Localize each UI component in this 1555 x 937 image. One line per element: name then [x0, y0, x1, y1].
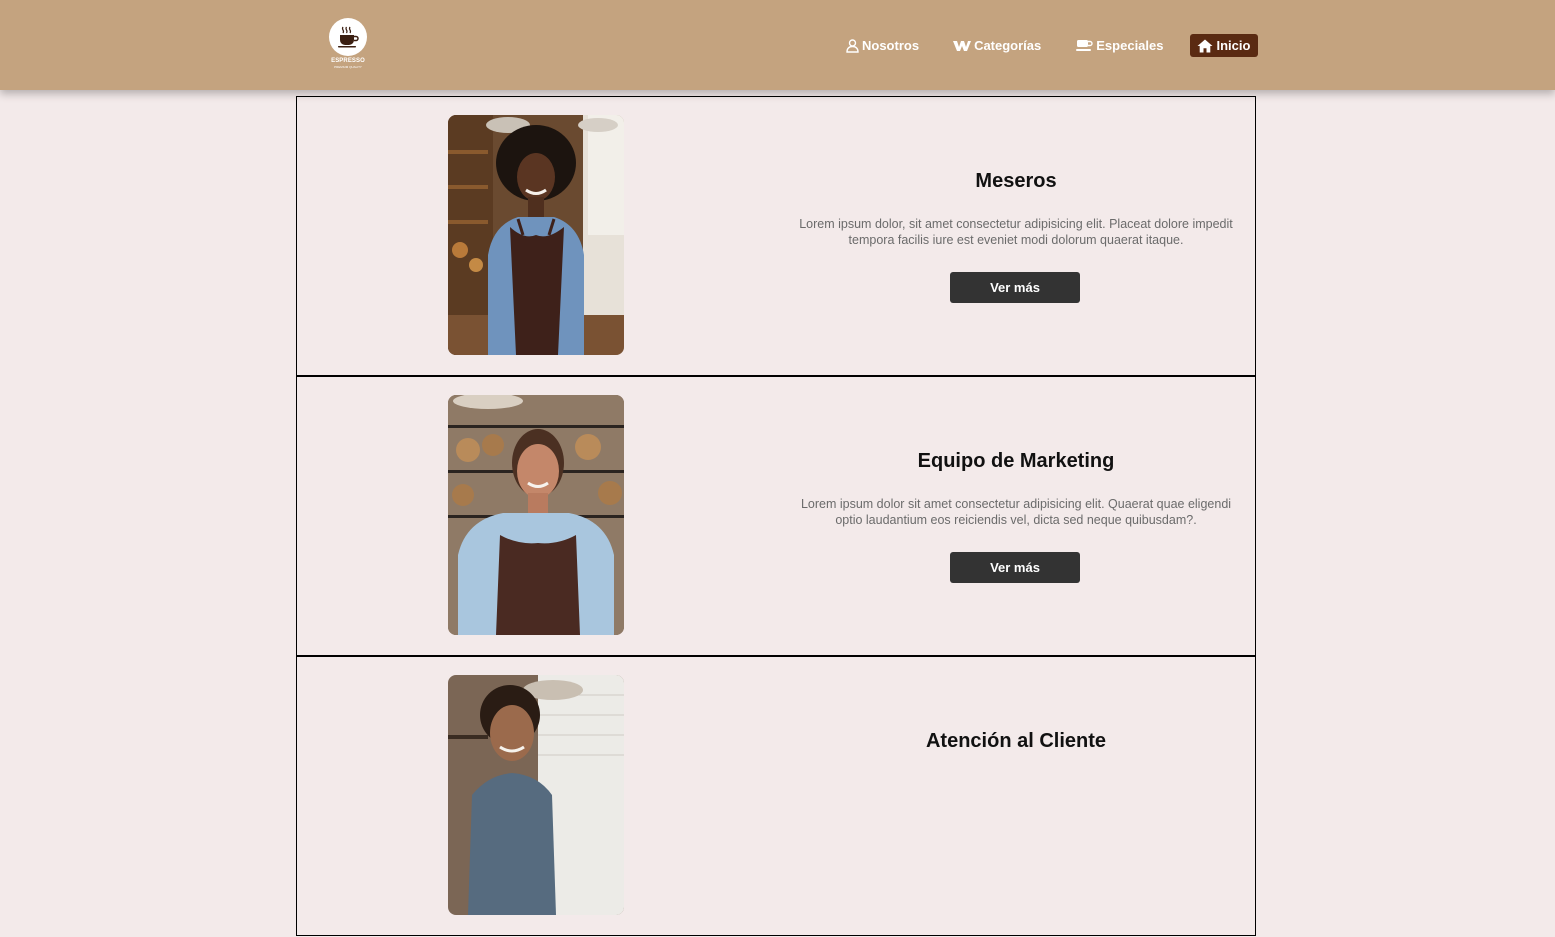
card-content: Meseros Lorem ipsum dolor, sit amet cons…	[787, 97, 1245, 377]
card-description: Lorem ipsum dolor, sit amet consectetur …	[799, 217, 1233, 247]
espresso-logo[interactable]: ESPRESSO PREMIUM QUALITY	[328, 18, 368, 72]
ver-mas-button[interactable]: Ver más	[950, 552, 1080, 583]
team-card-meseros: Meseros Lorem ipsum dolor, sit amet cons…	[296, 96, 1256, 376]
nav-label-especiales: Especiales	[1096, 38, 1164, 53]
coffee-logo-icon	[329, 18, 367, 56]
team-card-marketing: Equipo de Marketing Lorem ipsum dolor si…	[296, 376, 1256, 656]
site-header: ESPRESSO PREMIUM QUALITY Nosotros Catego…	[0, 0, 1555, 90]
nav-label-inicio: Inicio	[1216, 38, 1251, 53]
nav-label-categorias: Categorías	[974, 38, 1042, 53]
nav-item-inicio[interactable]: Inicio	[1190, 34, 1259, 57]
main-nav: Nosotros Categorías Especiales Inicio	[846, 34, 1259, 57]
user-icon	[846, 38, 859, 53]
ver-mas-button[interactable]: Ver más	[950, 272, 1080, 303]
marketing-photo	[448, 395, 624, 635]
card-content: Equipo de Marketing Lorem ipsum dolor si…	[787, 377, 1245, 657]
brand-tagline: PREMIUM QUALITY	[334, 65, 362, 69]
waiter-photo	[448, 115, 624, 355]
nav-item-especiales[interactable]: Especiales	[1076, 34, 1163, 57]
team-card-atencion: Atención al Cliente	[296, 656, 1256, 936]
nav-item-nosotros[interactable]: Nosotros	[846, 34, 919, 57]
card-title: Atención al Cliente	[925, 730, 1107, 752]
category-icon	[953, 40, 972, 51]
team-cards: Meseros Lorem ipsum dolor, sit amet cons…	[296, 96, 1256, 936]
home-icon	[1197, 39, 1213, 53]
brand-name: ESPRESSO	[331, 58, 365, 64]
coffee-cup-icon	[1076, 39, 1093, 52]
card-description: Lorem ipsum dolor sit amet consectetur a…	[800, 497, 1232, 527]
card-content: Atención al Cliente	[787, 657, 1245, 937]
card-title: Equipo de Marketing	[917, 450, 1115, 472]
nav-label-nosotros: Nosotros	[862, 38, 920, 53]
customer-service-photo	[448, 675, 624, 915]
nav-item-categorias[interactable]: Categorías	[953, 34, 1041, 57]
card-title: Meseros	[975, 170, 1057, 192]
